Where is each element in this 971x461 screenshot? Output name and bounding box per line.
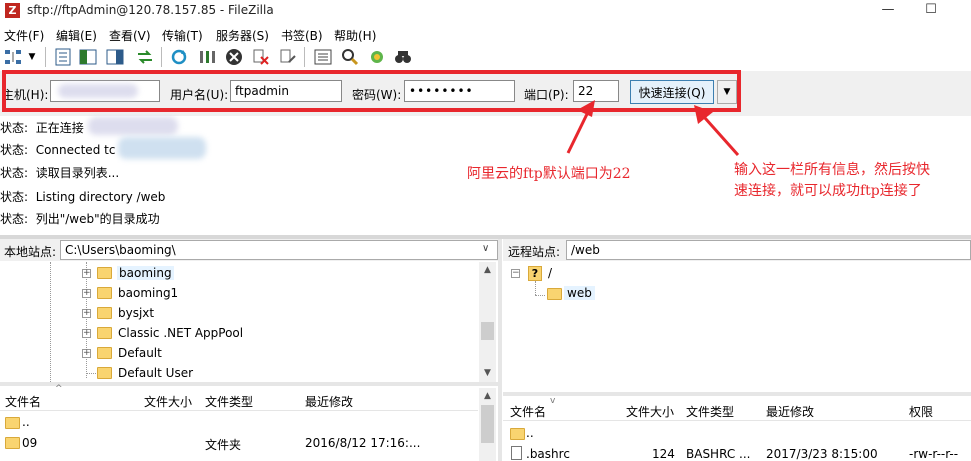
sort-asc-icon: ^ xyxy=(55,384,63,394)
remote-row-size: 124 xyxy=(652,447,675,461)
unknown-folder-icon: ? xyxy=(528,266,542,281)
folder-icon xyxy=(97,267,112,279)
local-row-modified: 2016/8/12 17:16:... xyxy=(305,436,421,450)
tree-line xyxy=(86,373,96,374)
remote-col-size[interactable]: 文件大小 xyxy=(626,403,674,420)
port-arrow-shaft xyxy=(566,111,590,154)
folder-icon xyxy=(547,288,562,300)
tree-item-baoming[interactable]: baoming xyxy=(117,266,174,280)
remote-splitter[interactable] xyxy=(503,392,971,396)
local-row-name[interactable]: 09 xyxy=(22,436,37,450)
collapse-icon[interactable]: − xyxy=(511,269,520,278)
local-col-name[interactable]: 文件名 xyxy=(5,393,41,410)
remote-row-type: BASHRC ... xyxy=(686,447,751,461)
connect-arrow-head xyxy=(694,105,713,124)
local-splitter[interactable] xyxy=(0,382,498,386)
expand-icon[interactable]: + xyxy=(82,289,91,298)
tree-line xyxy=(535,295,545,296)
remote-site-label: 远程站点: xyxy=(508,245,561,259)
scroll-up-icon[interactable]: ▲ xyxy=(479,262,496,279)
folder-icon xyxy=(97,307,112,319)
remote-row-name[interactable]: .. xyxy=(526,426,534,440)
folder-icon xyxy=(97,367,112,379)
expand-icon[interactable]: + xyxy=(82,349,91,358)
folder-icon xyxy=(97,347,112,359)
remote-col-modified[interactable]: 最近修改 xyxy=(766,403,814,420)
tree-line xyxy=(50,262,51,382)
scroll-thumb[interactable] xyxy=(481,322,494,340)
remote-row-name[interactable]: .bashrc xyxy=(526,447,570,461)
remote-row-modified: 2017/3/23 8:15:00 xyxy=(766,447,878,461)
expand-icon[interactable]: + xyxy=(82,329,91,338)
tree-line xyxy=(535,281,536,295)
local-path-input[interactable] xyxy=(60,240,498,260)
local-col-type[interactable]: 文件类型 xyxy=(205,393,253,410)
remote-tree-web[interactable]: web xyxy=(564,286,595,300)
local-col-modified[interactable]: 最近修改 xyxy=(305,393,353,410)
connect-annotation-line1: 输入这一栏所有信息，然后按快 xyxy=(734,162,930,178)
vertical-splitter[interactable] xyxy=(498,239,502,461)
tree-item-bysjxt[interactable]: bysjxt xyxy=(118,306,154,320)
tree-item-baoming1[interactable]: baoming1 xyxy=(118,286,178,300)
remote-col-type[interactable]: 文件类型 xyxy=(686,403,734,420)
remote-tree-root[interactable]: / xyxy=(548,266,552,280)
folder-icon xyxy=(5,417,20,429)
scroll-up-icon[interactable]: ▲ xyxy=(479,388,496,405)
tree-item-default[interactable]: Default xyxy=(118,346,162,360)
local-row-name[interactable]: .. xyxy=(22,415,30,429)
expand-icon[interactable]: + xyxy=(82,269,91,278)
expand-icon[interactable]: + xyxy=(82,309,91,318)
remote-col-name[interactable]: 文件名 xyxy=(510,403,546,420)
port-annotation: 阿里云的ftp默认端口为22 xyxy=(467,166,631,182)
local-site-label: 本地站点: xyxy=(4,245,57,259)
local-row-type: 文件夹 xyxy=(205,438,242,452)
folder-icon xyxy=(5,437,20,449)
tree-item-classic-net-apppool[interactable]: Classic .NET AppPool xyxy=(118,326,243,340)
tree-line xyxy=(86,262,87,378)
connect-arrow-shaft xyxy=(703,117,740,156)
remote-col-permissions[interactable]: 权限 xyxy=(909,403,933,420)
local-col-size[interactable]: 文件大小 xyxy=(144,393,192,410)
tree-item-default-user[interactable]: Default User xyxy=(118,366,193,380)
file-icon xyxy=(511,446,522,460)
scroll-thumb[interactable] xyxy=(481,405,494,443)
connect-annotation-line2: 速连接，就可以成功ftp连接了 xyxy=(734,183,922,199)
scroll-down-icon[interactable]: ▼ xyxy=(479,365,496,382)
sort-desc-icon: v xyxy=(550,396,556,406)
folder-icon xyxy=(97,287,112,299)
folder-icon xyxy=(97,327,112,339)
remote-row-permissions: -rw-r--r-- xyxy=(909,447,959,461)
remote-list-header xyxy=(503,398,971,421)
local-path-dropdown-icon[interactable]: ∨ xyxy=(482,243,489,254)
folder-icon xyxy=(510,428,525,440)
remote-path-input[interactable] xyxy=(566,240,971,260)
